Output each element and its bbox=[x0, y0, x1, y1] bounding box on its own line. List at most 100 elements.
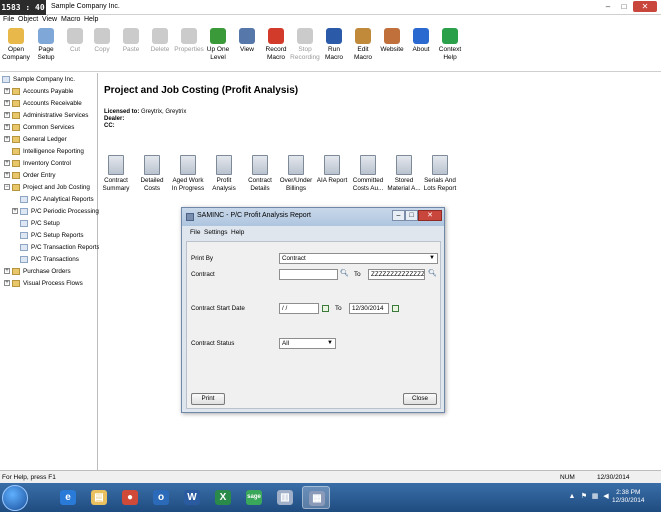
toolbar-button-5[interactable]: Delete bbox=[145, 28, 175, 54]
dialog-maximize-button[interactable]: □ bbox=[405, 210, 418, 221]
expand-icon[interactable]: + bbox=[4, 268, 10, 274]
report-icon-6[interactable]: AIA Report bbox=[315, 155, 349, 185]
report-icon-label: Committed Costs Au... bbox=[352, 177, 384, 192]
report-icon-8[interactable]: Stored Material A... bbox=[387, 155, 421, 193]
report-icon-9[interactable]: Serials And Lots Report bbox=[423, 155, 457, 193]
toolbar-button-10[interactable]: Stop Recording bbox=[290, 28, 320, 62]
taskbar-app-7[interactable]: ▥ bbox=[271, 486, 299, 509]
tree-item[interactable]: − Project and Job Costing bbox=[0, 182, 97, 193]
tree-item[interactable]: + P/C Periodic Processing bbox=[0, 206, 99, 217]
menu-object[interactable]: Object bbox=[18, 16, 38, 23]
expand-icon[interactable]: + bbox=[4, 280, 10, 286]
report-icon-7[interactable]: Committed Costs Au... bbox=[351, 155, 385, 193]
dialog-minimize-button[interactable]: – bbox=[392, 210, 405, 221]
contract-from-field[interactable] bbox=[279, 269, 338, 280]
maximize-button[interactable]: □ bbox=[617, 1, 631, 12]
menu-file[interactable]: File bbox=[3, 16, 14, 23]
toolbar-button-15[interactable]: Context Help bbox=[435, 28, 465, 62]
menu-help[interactable]: Help bbox=[84, 16, 98, 23]
contract-from-finder-icon[interactable]: 🔍︎ bbox=[340, 269, 349, 277]
tree-item[interactable]: + General Ledger bbox=[0, 134, 97, 145]
close-button[interactable]: ✕ bbox=[633, 1, 657, 12]
toolbar-button-14[interactable]: About bbox=[406, 28, 436, 54]
expand-icon[interactable]: + bbox=[4, 172, 10, 178]
close-dialog-button[interactable]: Close bbox=[403, 393, 437, 405]
tree-item[interactable]: + Order Entry bbox=[0, 170, 97, 181]
contract-to-field[interactable]: ZZZZZZZZZZZZZZZZZ bbox=[368, 269, 425, 280]
tree-item[interactable]: + Accounts Receivable bbox=[0, 98, 97, 109]
dialog-menu-settings[interactable]: Settings bbox=[204, 229, 228, 236]
report-icon-1[interactable]: Detailed Costs bbox=[135, 155, 169, 193]
collapse-icon[interactable]: − bbox=[4, 184, 10, 190]
expand-icon[interactable]: + bbox=[12, 208, 18, 214]
expand-icon[interactable]: + bbox=[4, 112, 10, 118]
tree-item[interactable]: P/C Transaction Reports bbox=[0, 242, 100, 253]
expand-icon[interactable]: + bbox=[4, 100, 10, 106]
expand-icon[interactable]: + bbox=[4, 136, 10, 142]
report-icon-2[interactable]: Aged Work In Progress bbox=[171, 155, 205, 193]
tree-item[interactable]: P/C Analytical Reports bbox=[0, 194, 97, 205]
report-icon-0[interactable]: Contract Summary bbox=[99, 155, 133, 193]
tree-item[interactable]: + Purchase Orders bbox=[0, 266, 97, 277]
expand-icon[interactable]: + bbox=[4, 124, 10, 130]
report-icon-5[interactable]: Over/Under Billings bbox=[279, 155, 313, 193]
toolbar-button-9[interactable]: Record Macro bbox=[261, 28, 291, 62]
tree-item[interactable]: + Inventory Control bbox=[0, 158, 97, 169]
toolbar-button-13[interactable]: Website bbox=[377, 28, 407, 54]
dialog-menu-help[interactable]: Help bbox=[231, 229, 244, 236]
expand-icon[interactable]: + bbox=[4, 160, 10, 166]
toolbar-button-1[interactable]: Page Setup bbox=[31, 28, 61, 62]
start-date-from-field[interactable]: / / bbox=[279, 303, 319, 314]
tree-item[interactable]: P/C Setup Reports bbox=[0, 230, 97, 241]
folder-icon bbox=[12, 88, 20, 95]
tray-network-icon[interactable]: ▦ bbox=[591, 493, 599, 501]
toolbar-button-7[interactable]: Up One Level bbox=[203, 28, 233, 62]
menu-macro[interactable]: Macro bbox=[61, 16, 80, 23]
tree-item[interactable]: + Accounts Payable bbox=[0, 86, 97, 97]
licensed-to-line: Licensed to: Greytrix, Greytrix bbox=[104, 109, 186, 115]
tree-item[interactable]: P/C Transactions bbox=[0, 254, 97, 265]
taskbar-app-0[interactable]: e bbox=[54, 486, 82, 509]
toolbar-button-11[interactable]: Run Macro bbox=[319, 28, 349, 62]
tree-item[interactable]: Intelligence Reporting bbox=[0, 146, 97, 157]
report-icon-4[interactable]: Contract Details bbox=[243, 155, 277, 193]
tree-item[interactable]: Sample Company Inc. bbox=[0, 74, 97, 85]
dialog-menu-file[interactable]: File bbox=[190, 229, 200, 236]
start-date-to-calendar-icon[interactable] bbox=[392, 305, 399, 312]
taskbar-app-3[interactable]: o bbox=[147, 486, 175, 509]
menu-view[interactable]: View bbox=[42, 16, 57, 23]
tree-item[interactable]: + Administrative Services bbox=[0, 110, 97, 121]
contract-status-select[interactable]: All ▼ bbox=[279, 338, 336, 349]
taskbar-app-4[interactable]: W bbox=[178, 486, 206, 509]
expand-icon[interactable]: + bbox=[4, 88, 10, 94]
start-date-to-field[interactable]: 12/30/2014 bbox=[349, 303, 389, 314]
start-date-from-calendar-icon[interactable] bbox=[322, 305, 329, 312]
report-icon-3[interactable]: Profit Analysis bbox=[207, 155, 241, 193]
toolbar-button-2[interactable]: Cut bbox=[60, 28, 90, 54]
tree-item[interactable]: + Visual Process Flows bbox=[0, 278, 97, 289]
toolbar-button-12[interactable]: Edit Macro bbox=[348, 28, 378, 62]
taskbar-app-5[interactable]: X bbox=[209, 486, 237, 509]
tray-clock[interactable]: 2:38 PM 12/30/2014 bbox=[612, 489, 645, 505]
tray-volume-icon[interactable]: ◀ bbox=[602, 493, 610, 501]
tray-flag-icon[interactable]: ⚑ bbox=[580, 493, 588, 501]
toolbar-button-3[interactable]: Copy bbox=[87, 28, 117, 54]
taskbar-app-6[interactable]: sage bbox=[240, 486, 268, 509]
taskbar-app-2[interactable]: ● bbox=[116, 486, 144, 509]
toolbar-button-6[interactable]: Properties bbox=[174, 28, 204, 54]
tree-item[interactable]: P/C Setup bbox=[0, 218, 97, 229]
tree-item[interactable]: + Common Services bbox=[0, 122, 97, 133]
taskbar-app-8[interactable]: ▦ bbox=[302, 486, 330, 509]
toolbar-button-4[interactable]: Paste bbox=[116, 28, 146, 54]
taskbar-app-1[interactable]: ▤ bbox=[85, 486, 113, 509]
dialog-close-button[interactable]: ✕ bbox=[418, 210, 442, 221]
toolbar-button-8[interactable]: View bbox=[232, 28, 262, 54]
start-button[interactable] bbox=[2, 485, 28, 511]
print-by-select[interactable]: Contract ▼ bbox=[279, 253, 438, 264]
toolbar-button-0[interactable]: Open Company bbox=[1, 28, 31, 62]
toolbar-button-label: Delete bbox=[150, 46, 170, 53]
tray-arrow-icon[interactable]: ▲ bbox=[568, 493, 576, 501]
print-button[interactable]: Print bbox=[191, 393, 225, 405]
minimize-button[interactable]: – bbox=[601, 1, 615, 12]
contract-to-finder-icon[interactable]: 🔍︎ bbox=[428, 269, 437, 277]
